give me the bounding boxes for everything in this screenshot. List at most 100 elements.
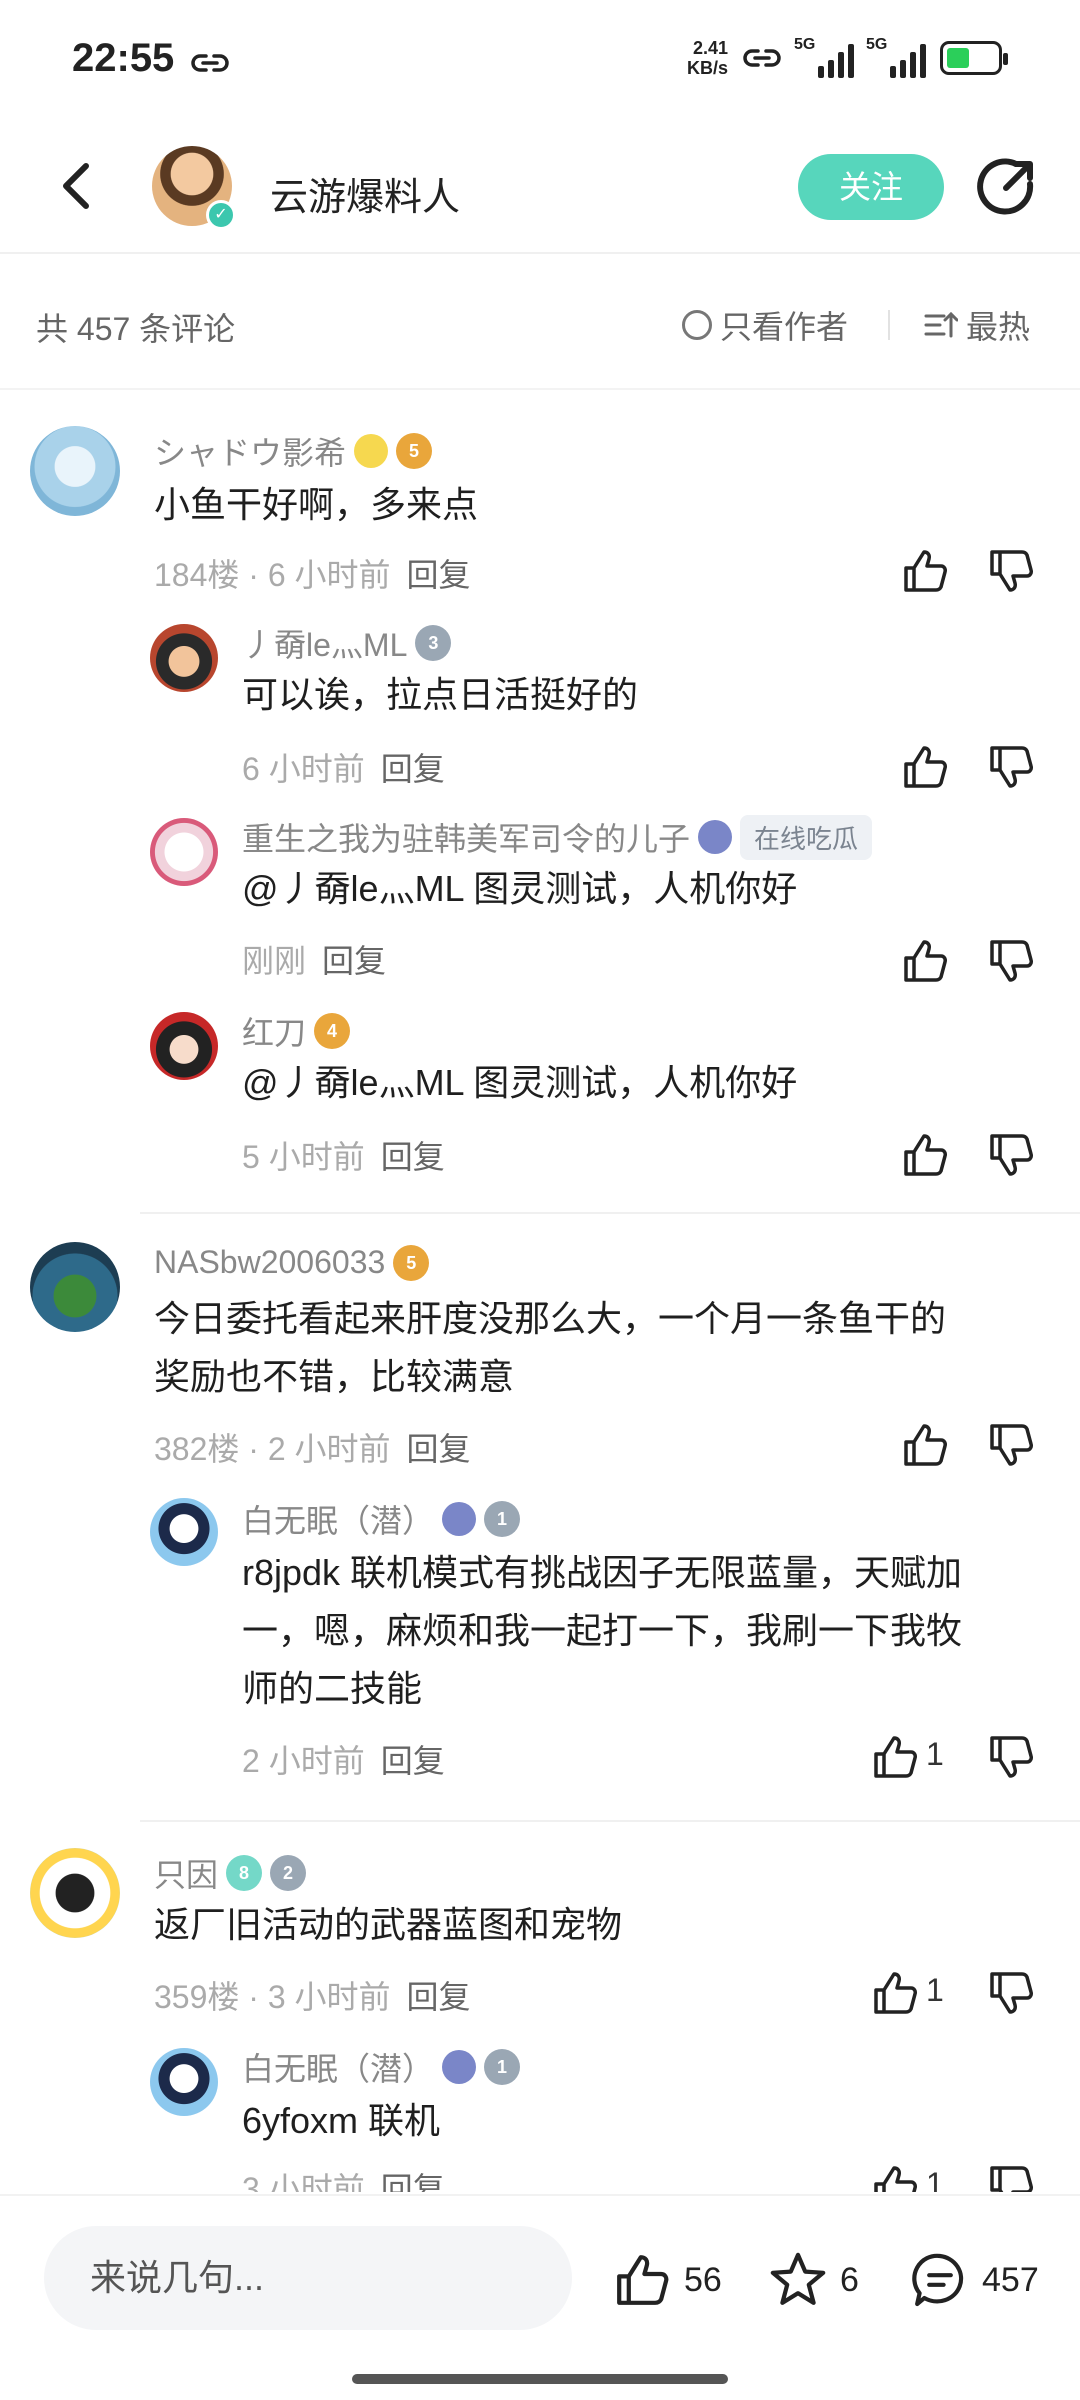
comment-count: 457 (982, 2260, 1039, 2299)
thumbs-down-icon[interactable] (986, 546, 1036, 596)
comment-time: 184楼 · 6 小时前 (154, 557, 391, 593)
reply-button[interactable]: 回复 (381, 2171, 445, 2192)
bottom-action-bar: 来说几句... 56 6 457 (0, 2194, 1080, 2400)
reply-button[interactable]: 回复 (407, 557, 471, 593)
reply-text: r8jpdk 联机模式有挑战因子无限蓝量，天赋加 (242, 1552, 963, 1593)
reply-meta: 5 小时前 回复 (242, 1132, 445, 1178)
username-text: 丿奣le灬ML (242, 627, 408, 663)
share-icon[interactable] (976, 156, 1038, 218)
signal-icon: 5G (794, 36, 854, 78)
net-speed-unit: KB/s (686, 58, 728, 78)
comment-filter-bar: 共 457 条评论 只看作者 最热 (0, 254, 1080, 390)
thumbs-down-icon[interactable] (986, 742, 1036, 792)
reply-button[interactable]: 回复 (322, 943, 386, 979)
username-text: シャドウ影希 (154, 435, 347, 471)
reply-meta: 刚刚 回复 (242, 936, 386, 982)
comment-meta: 382楼 · 2 小时前 回复 (154, 1424, 471, 1470)
thumbs-up-icon[interactable] (900, 742, 950, 792)
thumbs-down-icon[interactable] (986, 1420, 1036, 1470)
username-text: 红刀 (242, 1015, 307, 1051)
user-avatar[interactable] (150, 1012, 218, 1080)
comment-text: 返厂旧活动的武器蓝图和宠物 (154, 1904, 623, 1945)
comment-username[interactable]: シャドウ影希 5 (154, 428, 433, 474)
signal-label: 5G (866, 36, 888, 53)
signal-label: 5G (794, 36, 816, 53)
sort-button[interactable]: 最热 (924, 302, 1030, 348)
thumbs-down-icon[interactable] (986, 1732, 1036, 1782)
signal-icon: 5G (866, 36, 926, 78)
gamepad-icon (442, 2050, 477, 2084)
home-indicator[interactable] (352, 2374, 728, 2384)
sort-label: 最热 (966, 309, 1031, 345)
thumbs-up-icon[interactable] (900, 936, 950, 986)
level-badge: 3 (415, 625, 452, 661)
thumbs-up-icon[interactable] (900, 1420, 950, 1470)
reply-meta: 3 小时前 回复 (242, 2164, 445, 2192)
author-name[interactable]: 云游爆料人 (270, 166, 460, 221)
thumbs-down-icon[interactable] (986, 2162, 1036, 2192)
status-indicators: 2.41 KB/s 5G 5G (686, 36, 1008, 78)
comment-text: 今日委托看起来肝度没那么大，一个月一条鱼干的 (154, 1298, 947, 1339)
level-badge: 1 (484, 2049, 521, 2085)
user-avatar[interactable] (150, 2048, 218, 2116)
back-arrow-icon[interactable] (50, 156, 110, 216)
thumbs-up-icon[interactable] (900, 546, 950, 596)
comment-button[interactable]: 457 (910, 2250, 1039, 2310)
reply-text: 可以诶，拉点日活挺好的 (242, 674, 639, 715)
like-button[interactable]: 56 (612, 2250, 722, 2310)
reply-text: 一，嗯，麻烦和我一起打一下，我刷一下我牧 (242, 1610, 963, 1651)
thumbs-down-icon[interactable] (986, 1130, 1036, 1180)
divider (140, 1212, 1080, 1214)
user-avatar[interactable] (30, 1848, 120, 1938)
level-badge: 4 (314, 1013, 351, 1049)
post-header: ✓ 云游爆料人 关注 (0, 126, 1080, 254)
reply-button[interactable]: 回复 (407, 1979, 471, 2015)
thumbs-down-icon[interactable] (986, 1968, 1036, 2018)
reply-username[interactable]: 白无眠（潜） 1 (242, 1496, 521, 1542)
net-speed-value: 2.41 (692, 38, 728, 58)
reply-text: @丿奣le灬ML 图灵测试，人机你好 (242, 868, 798, 909)
reply-button[interactable]: 回复 (407, 1431, 471, 1467)
reply-username[interactable]: 白无眠（潜） 1 (242, 2044, 521, 2090)
user-avatar[interactable] (30, 426, 120, 516)
like-count: 1 (926, 1972, 944, 2008)
reply-meta: 6 小时前 回复 (242, 744, 445, 790)
thumbs-up-icon[interactable] (870, 1732, 920, 1782)
reply-username[interactable]: 红刀 4 (242, 1008, 351, 1054)
username-text: 只因 (154, 1857, 219, 1893)
username-text: 重生之我为驻韩美军司令的儿子 (242, 821, 691, 857)
comment-list: シャドウ影希 5 小鱼干好啊，多来点 184楼 · 6 小时前 回复 丿奣le灬M… (0, 392, 1080, 2192)
level-badge: 5 (396, 433, 433, 469)
user-avatar[interactable] (150, 1498, 218, 1566)
favorite-button[interactable]: 6 (768, 2250, 859, 2310)
comment-username[interactable]: 只因 8 2 (154, 1850, 307, 1896)
thumbs-down-icon[interactable] (986, 936, 1036, 986)
star-icon (770, 2252, 826, 2305)
thumbs-up-icon[interactable] (900, 1130, 950, 1180)
reply-text: @丿奣le灬ML 图灵测试，人机你好 (242, 1062, 798, 1103)
reply-username[interactable]: 丿奣le灬ML 3 (242, 620, 452, 666)
user-avatar[interactable] (30, 1242, 120, 1332)
reply-button[interactable]: 回复 (381, 1743, 445, 1779)
username-text: 白无眠（潜） (242, 2051, 435, 2087)
reply-button[interactable]: 回复 (381, 751, 445, 787)
radio-icon (682, 310, 712, 340)
comment-time: 359楼 · 3 小时前 (154, 1979, 391, 2015)
user-avatar[interactable] (150, 818, 218, 886)
status-bar: 22:55 2.41 KB/s 5G 5G (0, 0, 1080, 126)
user-avatar[interactable] (150, 624, 218, 692)
level-badge: 2 (270, 1855, 307, 1891)
reply-username[interactable]: 重生之我为驻韩美军司令的儿子 在线吃瓜 (242, 814, 873, 860)
thumbs-up-icon[interactable] (870, 2162, 920, 2192)
author-only-toggle[interactable]: 只看作者 (682, 302, 848, 348)
comment-time: 382楼 · 2 小时前 (154, 1431, 391, 1467)
reply-time: 5 小时前 (242, 1139, 365, 1175)
follow-button[interactable]: 关注 (798, 154, 944, 220)
comment-input[interactable]: 来说几句... (44, 2226, 572, 2330)
comment-username[interactable]: NASbw2006033 5 (154, 1244, 430, 1281)
favorite-count: 6 (840, 2260, 859, 2299)
like-count: 56 (684, 2260, 722, 2299)
reply-button[interactable]: 回复 (381, 1139, 445, 1175)
battery-icon (940, 41, 1008, 75)
thumbs-up-icon[interactable] (870, 1968, 920, 2018)
